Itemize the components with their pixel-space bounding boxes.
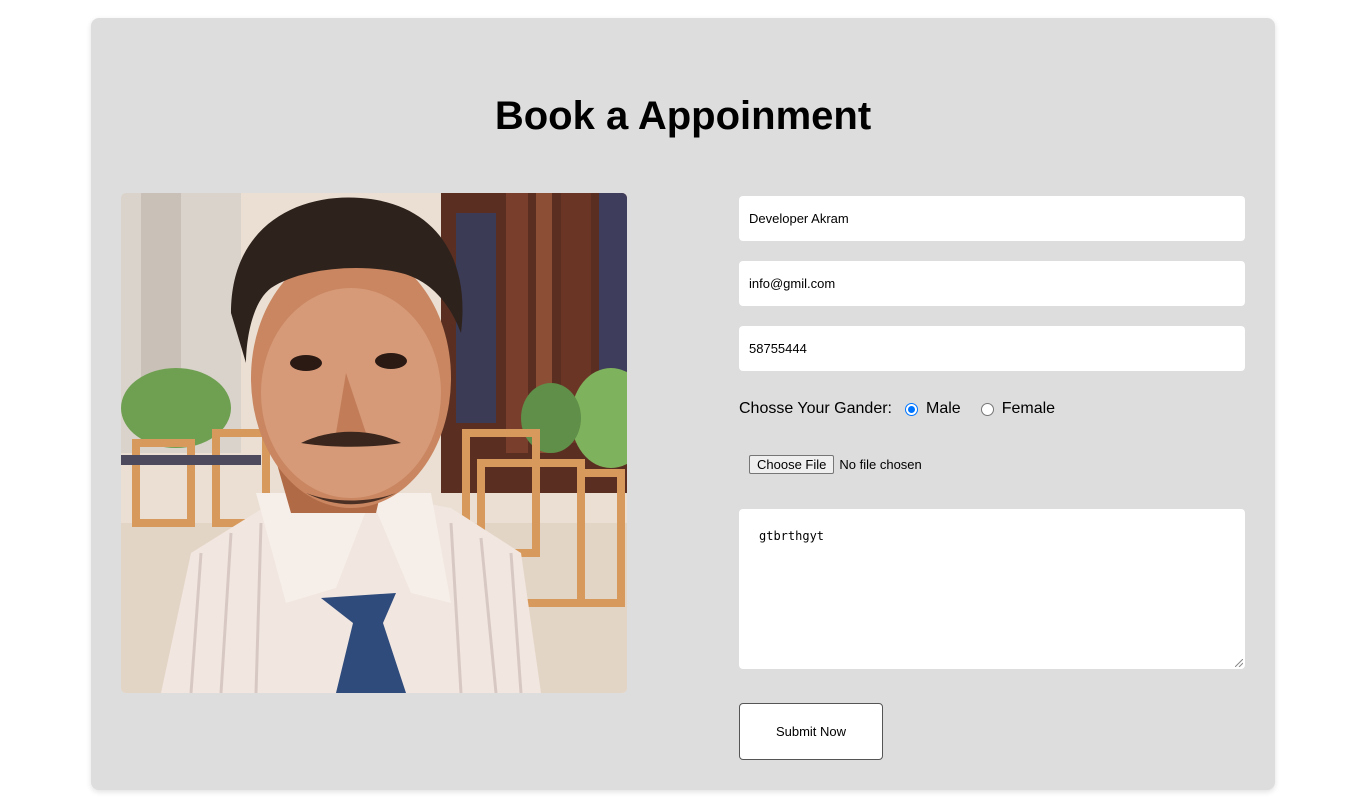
gender-label: Chosse Your Gander: (739, 400, 892, 417)
message-text: gtbrthgyt (759, 529, 825, 543)
profile-photo (121, 193, 627, 693)
file-upload: Choose File No file chosen (749, 454, 922, 474)
page-title: Book a Appoinment (494, 94, 872, 138)
gender-radio-male[interactable] (905, 402, 918, 416)
gender-selector: Chosse Your Gander: Male Female (739, 399, 1062, 419)
name-input[interactable] (739, 196, 1245, 241)
file-status: No file chosen (839, 456, 922, 472)
gender-option-male-label: Male (926, 400, 961, 417)
gender-option-female-label: Female (1001, 400, 1056, 417)
submit-button[interactable]: Submit Now (739, 703, 883, 760)
choose-file-button[interactable]: Choose File (749, 454, 835, 474)
phone-input[interactable] (739, 326, 1245, 371)
resize-handle-icon[interactable] (1235, 659, 1243, 667)
gender-radio-female[interactable] (980, 402, 994, 416)
email-input[interactable] (739, 261, 1245, 306)
message-textarea[interactable]: gtbrthgyt (739, 509, 1245, 669)
appointment-card: Book a Appoinment Developer Akram info@g… (91, 18, 1275, 790)
